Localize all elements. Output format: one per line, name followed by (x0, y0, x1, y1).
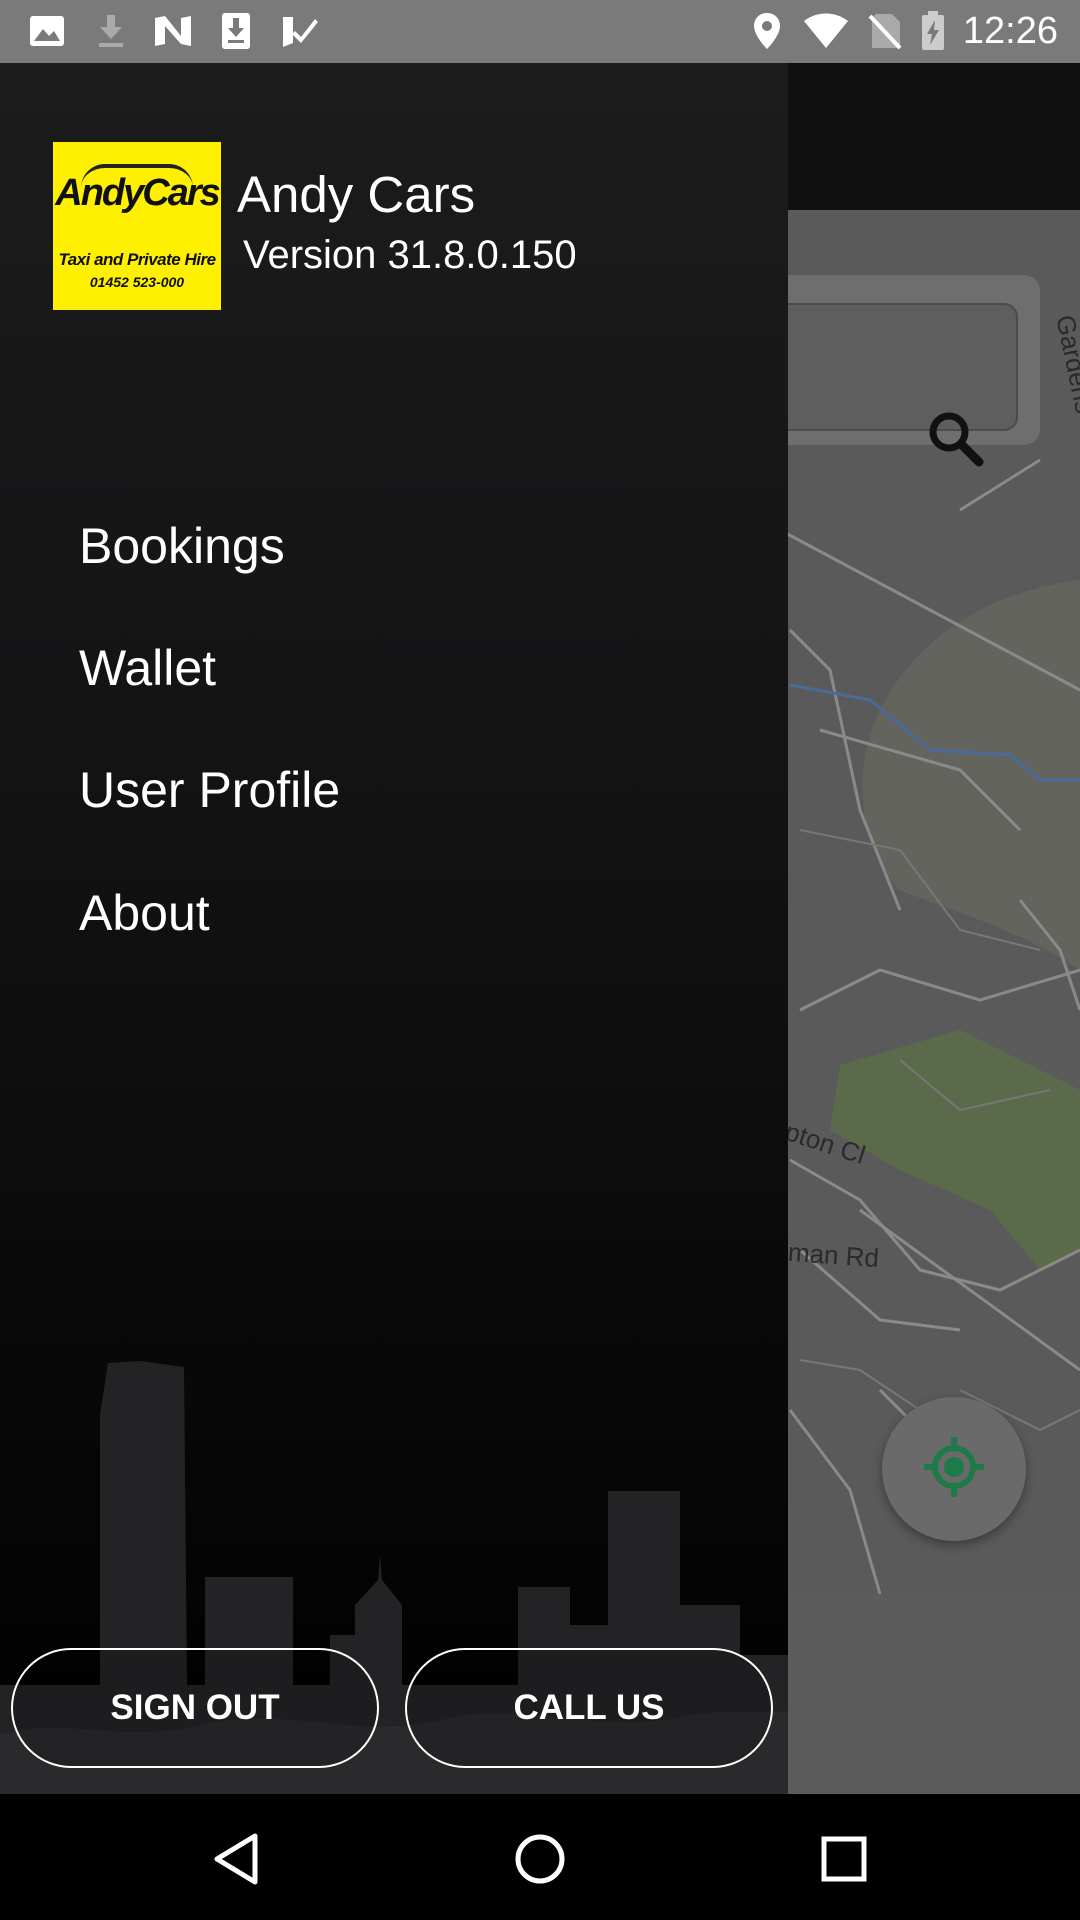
download-box-icon (218, 12, 254, 50)
wifi-icon (802, 12, 850, 50)
menu-item-bookings[interactable]: Bookings (79, 511, 285, 581)
battery-charging-icon (920, 11, 946, 50)
location-pin-icon (752, 12, 782, 50)
sign-out-button[interactable]: SIGN OUT (11, 1648, 379, 1768)
image-icon (28, 12, 66, 50)
menu-item-user-profile[interactable]: User Profile (79, 755, 340, 825)
menu-item-about[interactable]: About (79, 878, 210, 948)
news-icon (152, 12, 194, 50)
system-navigation-bar (0, 1794, 1080, 1920)
clock: 12:26 (962, 10, 1058, 52)
logo-brand: AndyCars (55, 172, 221, 214)
navigation-drawer: AndyCars Taxi and Private Hire 01452 523… (0, 63, 788, 1794)
recents-icon[interactable] (799, 1814, 889, 1904)
home-icon[interactable] (495, 1814, 585, 1904)
app-version: Version 31.8.0.150 (243, 233, 577, 277)
search-icon[interactable] (925, 408, 985, 468)
crosshair-icon (922, 1435, 986, 1504)
my-location-button[interactable] (882, 1397, 1026, 1541)
back-icon[interactable] (191, 1814, 281, 1904)
app-name: Andy Cars (237, 166, 476, 223)
map-label-road: man Rd (787, 1236, 881, 1274)
app-logo: AndyCars Taxi and Private Hire 01452 523… (53, 142, 221, 310)
status-bar: 12:26 (0, 0, 1080, 63)
menu-item-wallet[interactable]: Wallet (79, 633, 216, 703)
call-us-button[interactable]: CALL US (405, 1648, 773, 1768)
download-icon (92, 12, 130, 50)
check-icon (280, 12, 320, 50)
logo-tagline: Taxi and Private Hire (58, 250, 216, 269)
logo-phone: 01452 523-000 (89, 274, 185, 290)
no-sim-icon (866, 12, 904, 50)
